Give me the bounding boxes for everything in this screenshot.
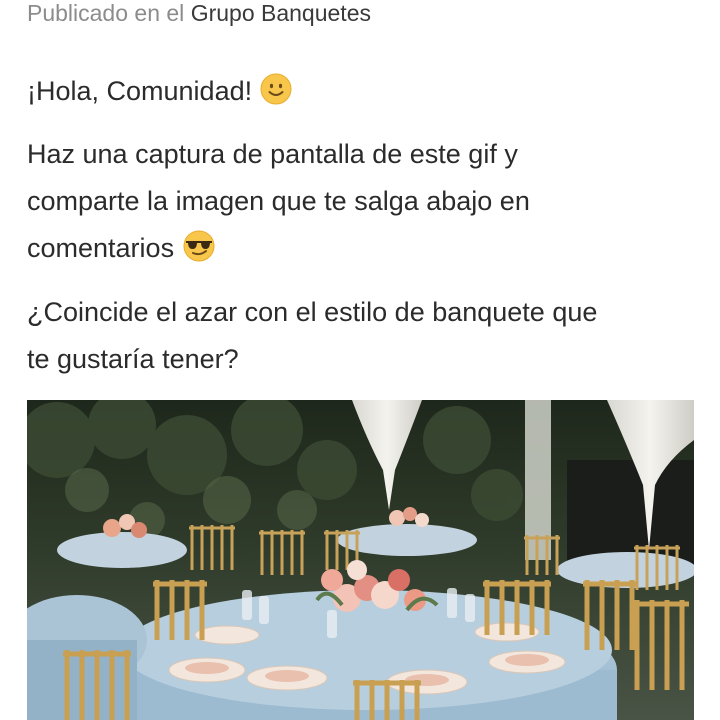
post-card: Publicado en el Grupo Banquetes ¡Hola, C…: [0, 0, 720, 720]
question-line-2: te gustaría tener?: [27, 344, 239, 374]
group-link[interactable]: Grupo Banquetes: [191, 0, 371, 26]
published-in-label: Publicado en el: [27, 0, 185, 26]
greeting-text: ¡Hola, Comunidad!: [27, 76, 253, 106]
question-paragraph: ¿Coincide el azar con el estilo de banqu…: [27, 289, 707, 383]
banquet-photo[interactable]: [27, 400, 694, 720]
instructions-line-3: comentarios: [27, 233, 175, 263]
smiling-face-icon: [260, 73, 292, 120]
instructions-paragraph: Haz una captura de pantalla de este gif …: [27, 131, 707, 277]
banquet-tables-image: [27, 400, 694, 720]
greeting-paragraph: ¡Hola, Comunidad!: [27, 68, 707, 120]
instructions-line-2: comparte la imagen que te salga abajo en: [27, 186, 530, 216]
post-meta: Publicado en el Grupo Banquetes: [27, 0, 371, 28]
instructions-line-1: Haz una captura de pantalla de este gif …: [27, 139, 518, 169]
question-line-1: ¿Coincide el azar con el estilo de banqu…: [27, 297, 598, 327]
sunglasses-face-icon: [182, 230, 216, 277]
